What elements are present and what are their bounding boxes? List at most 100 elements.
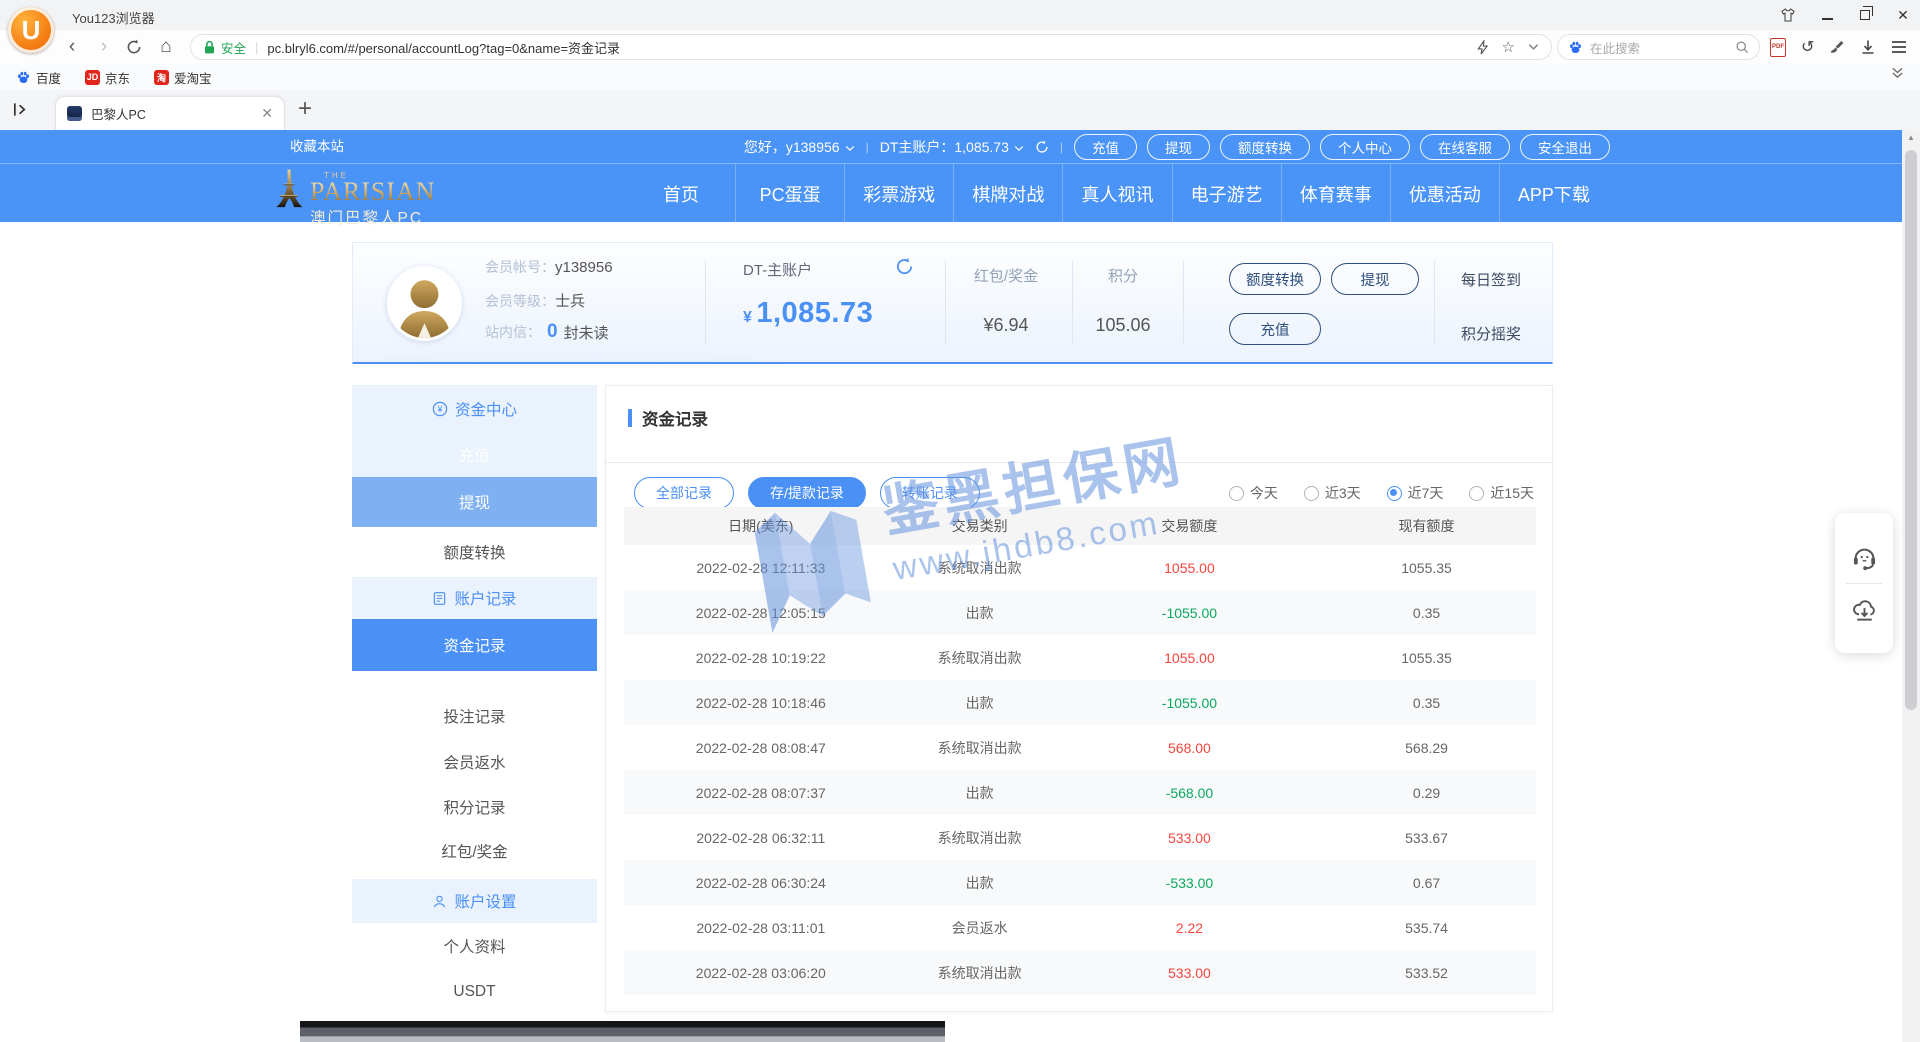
transfer-button[interactable]: 额度转换 bbox=[1229, 263, 1321, 295]
address-bar[interactable]: 安全 | pc.blryl6.com/#/personal/accountLog… bbox=[190, 34, 1552, 60]
browser-logo-icon[interactable]: U bbox=[8, 7, 54, 53]
svg-text:¥: ¥ bbox=[436, 404, 443, 414]
sidebar-item-rebate[interactable]: 会员返水 bbox=[352, 739, 597, 785]
withdraw-button[interactable]: 提现 bbox=[1331, 263, 1419, 295]
nav-item-lottery[interactable]: 彩票游戏 bbox=[845, 164, 953, 223]
refresh-icon[interactable] bbox=[122, 30, 146, 64]
url-text[interactable]: pc.blryl6.com/#/personal/accountLog?tag=… bbox=[267, 38, 1475, 57]
sidebar-item-points-records[interactable]: 积分记录 bbox=[352, 785, 597, 829]
tab-all[interactable]: 全部记录 bbox=[634, 477, 734, 509]
cloud-download-icon[interactable] bbox=[1851, 596, 1878, 623]
minimize-icon[interactable] bbox=[1818, 7, 1836, 23]
home-icon[interactable]: ⌂ bbox=[154, 30, 178, 64]
sidebar-item-usdt[interactable]: USDT bbox=[352, 969, 597, 1015]
cell-date: 2022-02-28 03:06:20 bbox=[624, 950, 898, 995]
forward-icon[interactable]: › bbox=[92, 30, 116, 64]
sidebar-item-fund-center[interactable]: ¥资金中心 bbox=[352, 385, 597, 433]
topbar-button-transfer[interactable]: 额度转换 bbox=[1220, 134, 1310, 160]
points-lottery-link[interactable]: 积分摇奖 bbox=[1461, 323, 1521, 344]
search-placeholder[interactable]: 在此搜索 bbox=[1590, 38, 1728, 57]
scroll-up-arrow-icon[interactable]: ▲ bbox=[1902, 133, 1920, 142]
cell-balance: 533.67 bbox=[1317, 815, 1536, 860]
points-label: 积分 bbox=[1077, 265, 1169, 286]
range-today[interactable]: 今天 bbox=[1229, 483, 1278, 503]
topbar-button-service[interactable]: 在线客服 bbox=[1420, 134, 1510, 160]
bookmark-taobao[interactable]: 淘爱淘宝 bbox=[154, 68, 212, 87]
wallet-refresh-icon[interactable] bbox=[895, 257, 914, 276]
nav-item-home[interactable]: 首页 bbox=[627, 164, 735, 223]
sidebar-item-bet-records[interactable]: 投注记录 bbox=[352, 693, 597, 739]
main-account-dropdown[interactable]: DT主账户：1,085.73 bbox=[880, 137, 1024, 157]
cell-amount: 568.00 bbox=[1062, 725, 1317, 770]
cell-type: 系统取消出款 bbox=[898, 545, 1062, 590]
balance-refresh-icon[interactable] bbox=[1035, 140, 1049, 154]
bookmark-jd[interactable]: JD京东 bbox=[85, 68, 130, 87]
topbar-button-deposit[interactable]: 充值 bbox=[1074, 134, 1137, 160]
topbar-button-profile[interactable]: 个人中心 bbox=[1320, 134, 1410, 160]
page-scrollbar[interactable]: ▲ bbox=[1902, 130, 1920, 1042]
sidebar-item-account-settings[interactable]: 账户设置 bbox=[352, 879, 597, 923]
tab-transfer[interactable]: 转账记录 bbox=[880, 477, 980, 509]
sidebar-item-profile[interactable]: 个人资料 bbox=[352, 923, 597, 969]
nav-item-sports[interactable]: 体育赛事 bbox=[1282, 164, 1390, 223]
menu-icon[interactable] bbox=[1891, 40, 1907, 54]
scrollbar-thumb[interactable] bbox=[1905, 150, 1917, 710]
tab-close-icon[interactable]: ✕ bbox=[261, 105, 273, 122]
deposit-button[interactable]: 充值 bbox=[1229, 313, 1321, 345]
bookmark-star-icon[interactable]: ☆ bbox=[1502, 38, 1515, 56]
topbar-button-logout[interactable]: 安全退出 bbox=[1520, 134, 1610, 160]
lightning-icon[interactable] bbox=[1476, 40, 1489, 55]
nav-item-app[interactable]: APP下载 bbox=[1500, 164, 1608, 223]
content-panel: 资金记录 全部记录存/提款记录转账记录 今天近3天近7天近15天 日期(美东)交… bbox=[605, 385, 1553, 1012]
site-logo[interactable]: THE PARISIAN 澳门巴黎人PC bbox=[273, 167, 436, 228]
nav-item-chess[interactable]: 棋牌对战 bbox=[954, 164, 1062, 223]
member-mail-label: 站内信： bbox=[485, 322, 541, 342]
nav-item-promo[interactable]: 优惠活动 bbox=[1391, 164, 1499, 223]
range-15d[interactable]: 近15天 bbox=[1469, 483, 1534, 503]
chevron-down-icon[interactable] bbox=[1528, 43, 1539, 51]
table-header-cell: 现有额度 bbox=[1317, 507, 1536, 545]
cell-date: 2022-02-28 10:18:46 bbox=[624, 680, 898, 725]
sidebar-item-label: 红包/奖金 bbox=[441, 840, 507, 862]
daily-signin-link[interactable]: 每日签到 bbox=[1461, 269, 1521, 290]
sidebar-item-withdraw[interactable]: 提现 bbox=[352, 477, 597, 527]
close-icon[interactable]: ✕ bbox=[1894, 7, 1912, 24]
range-7d[interactable]: 近7天 bbox=[1387, 483, 1444, 503]
member-mail-row[interactable]: 站内信： 0 封未读 bbox=[485, 321, 609, 343]
new-tab-icon[interactable]: + bbox=[298, 95, 312, 123]
tab-parisian[interactable]: 巴黎人PC ✕ bbox=[55, 96, 285, 130]
cell-date: 2022-02-28 06:32:11 bbox=[624, 815, 898, 860]
nav-item-live[interactable]: 真人视讯 bbox=[1063, 164, 1171, 223]
nav-item-pcdd[interactable]: PC蛋蛋 bbox=[736, 164, 844, 223]
tab-deposit-withdraw[interactable]: 存/提款记录 bbox=[748, 477, 866, 509]
cell-balance: 0.35 bbox=[1317, 680, 1536, 725]
taobao-icon: 淘 bbox=[154, 70, 169, 85]
search-magnifier-icon[interactable] bbox=[1735, 40, 1749, 54]
sidebar-item-deposit[interactable]: 充值 bbox=[352, 433, 597, 477]
radio-icon bbox=[1469, 486, 1484, 501]
member-account-label: 会员帐号： bbox=[485, 257, 555, 277]
sidebar-toggle-icon[interactable] bbox=[12, 101, 29, 118]
yen-circle-icon: ¥ bbox=[432, 401, 448, 417]
nav-item-slots[interactable]: 电子游艺 bbox=[1173, 164, 1281, 223]
topbar-button-withdraw[interactable]: 提现 bbox=[1147, 134, 1210, 160]
sidebar-item-transfer[interactable]: 额度转换 bbox=[352, 527, 597, 577]
collapse-toolbar-icon[interactable] bbox=[1891, 66, 1904, 79]
sidebar-item-account-records[interactable]: 账户记录 bbox=[352, 577, 597, 619]
favorite-site-link[interactable]: 收藏本站 bbox=[290, 130, 344, 163]
browser-search-box[interactable]: 在此搜索 bbox=[1557, 34, 1760, 60]
range-3d[interactable]: 近3天 bbox=[1304, 483, 1361, 503]
bookmark-baidu[interactable]: 百度 bbox=[16, 68, 61, 87]
restore-tab-icon[interactable]: ↺ bbox=[1801, 37, 1814, 57]
download-icon[interactable] bbox=[1860, 39, 1876, 55]
pdf-tool-icon[interactable]: PDF bbox=[1770, 38, 1786, 57]
sidebar-item-fund-records[interactable]: 资金记录 bbox=[352, 619, 597, 671]
clean-brush-icon[interactable] bbox=[1829, 39, 1845, 55]
back-icon[interactable]: ‹ bbox=[60, 30, 84, 64]
greeting-dropdown[interactable]: 您好，y138956 bbox=[744, 137, 855, 157]
customer-service-icon[interactable] bbox=[1851, 544, 1878, 571]
table-row: 2022-02-28 08:07:37出款-568.000.29 bbox=[624, 770, 1536, 815]
maximize-icon[interactable] bbox=[1856, 7, 1874, 23]
sidebar-item-bonus[interactable]: 红包/奖金 bbox=[352, 829, 597, 873]
skin-icon[interactable] bbox=[1780, 7, 1798, 23]
